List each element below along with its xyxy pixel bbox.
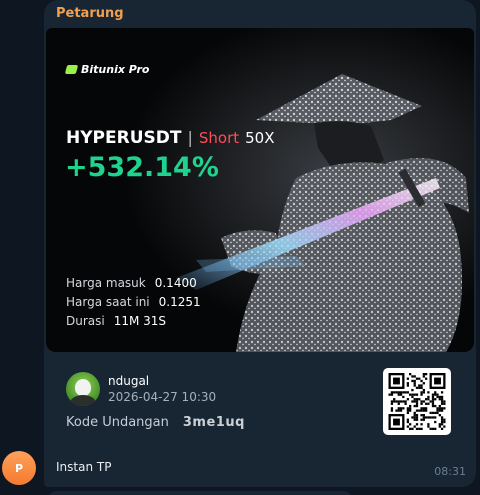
sender-avatar[interactable]: P [2,451,36,485]
brand-name: Bitunix Pro [81,63,150,76]
pair-row: HYPERUSDT | Short 50X [66,128,275,148]
position-side: Short [198,129,240,147]
referral-section: ndugal 2026-04-27 10:30 Kode Undangan 3m… [44,356,476,456]
bitunix-logo-icon [64,65,79,74]
stat-value: 0.1400 [154,276,197,290]
sender-avatar-letter: P [14,461,24,475]
invite-code-row: Kode Undangan 3me1uq [66,415,245,430]
next-message-bubble[interactable] [50,491,350,495]
referrer-username: ndugal [108,374,150,388]
leverage: 50X [245,129,275,147]
stat-label: Harga masuk [66,276,146,290]
pnl-percent: +532.14% [65,152,219,183]
stat-current-price: Harga saat ini 0.1251 [66,293,201,312]
share-date: 2026-04-27 10:30 [108,390,217,404]
stat-value: 0.1251 [158,295,201,309]
message-bubble[interactable]: Petarung Bitunix Pro HYPERUSDT | Short 5… [44,0,476,487]
message-time: 08:31 [434,465,466,478]
stat-entry-price: Harga masuk 0.1400 [66,274,201,293]
invite-code-label: Kode Undangan [66,415,169,430]
invite-code-value: 3me1uq [182,415,245,430]
message-caption: Instan TP [56,460,112,474]
stat-label: Harga saat ini [66,295,150,309]
stat-value: 11M 31S [113,314,167,328]
stat-duration: Durasi 11M 31S [66,312,201,331]
trade-share-card[interactable]: Bitunix Pro HYPERUSDT | Short 50X +532.1… [46,28,474,352]
pair-separator: | [187,128,193,147]
user-avatar-icon [66,372,100,406]
sender-name[interactable]: Petarung [56,6,124,21]
trade-stats: Harga masuk 0.1400 Harga saat ini 0.1251… [66,274,201,331]
qr-code-icon [383,368,451,435]
stat-label: Durasi [66,314,105,328]
brand-logo: Bitunix Pro [64,63,150,76]
trading-pair: HYPERUSDT [66,128,182,148]
